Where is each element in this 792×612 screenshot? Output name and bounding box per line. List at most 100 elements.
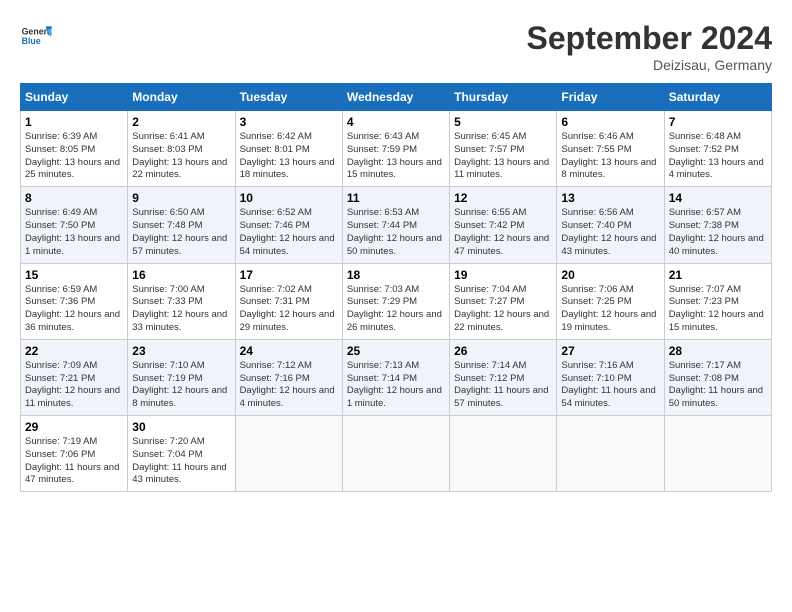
day-info: Sunrise: 6:50 AMSunset: 7:48 PMDaylight:… (132, 207, 230, 258)
day-info: Sunrise: 7:03 AMSunset: 7:29 PMDaylight:… (347, 284, 445, 335)
day-number: 16 (132, 268, 230, 282)
day-info: Sunrise: 6:57 AMSunset: 7:38 PMDaylight:… (669, 207, 767, 258)
day-number: 22 (25, 344, 123, 358)
table-cell: 7 Sunrise: 6:48 AMSunset: 7:52 PMDayligh… (664, 111, 771, 187)
day-number: 24 (240, 344, 338, 358)
day-info: Sunrise: 7:12 AMSunset: 7:16 PMDaylight:… (240, 360, 338, 411)
day-info: Sunrise: 7:14 AMSunset: 7:12 PMDaylight:… (454, 360, 552, 411)
calendar-header-row: Sunday Monday Tuesday Wednesday Thursday… (21, 84, 772, 111)
empty-cell (450, 416, 557, 492)
table-cell: 26 Sunrise: 7:14 AMSunset: 7:12 PMDaylig… (450, 339, 557, 415)
day-number: 5 (454, 115, 552, 129)
table-cell: 12 Sunrise: 6:55 AMSunset: 7:42 PMDaylig… (450, 187, 557, 263)
table-cell: 3 Sunrise: 6:42 AMSunset: 8:01 PMDayligh… (235, 111, 342, 187)
day-info: Sunrise: 7:17 AMSunset: 7:08 PMDaylight:… (669, 360, 767, 411)
col-friday: Friday (557, 84, 664, 111)
calendar-row: 22 Sunrise: 7:09 AMSunset: 7:21 PMDaylig… (21, 339, 772, 415)
table-cell: 2 Sunrise: 6:41 AMSunset: 8:03 PMDayligh… (128, 111, 235, 187)
empty-cell (342, 416, 449, 492)
table-cell: 23 Sunrise: 7:10 AMSunset: 7:19 PMDaylig… (128, 339, 235, 415)
day-info: Sunrise: 6:53 AMSunset: 7:44 PMDaylight:… (347, 207, 445, 258)
day-number: 6 (561, 115, 659, 129)
day-info: Sunrise: 6:56 AMSunset: 7:40 PMDaylight:… (561, 207, 659, 258)
calendar-row: 1 Sunrise: 6:39 AMSunset: 8:05 PMDayligh… (21, 111, 772, 187)
day-number: 3 (240, 115, 338, 129)
day-info: Sunrise: 6:48 AMSunset: 7:52 PMDaylight:… (669, 131, 767, 182)
day-number: 9 (132, 191, 230, 205)
table-cell: 19 Sunrise: 7:04 AMSunset: 7:27 PMDaylig… (450, 263, 557, 339)
location: Deizisau, Germany (527, 57, 772, 73)
day-info: Sunrise: 7:09 AMSunset: 7:21 PMDaylight:… (25, 360, 123, 411)
table-cell: 20 Sunrise: 7:06 AMSunset: 7:25 PMDaylig… (557, 263, 664, 339)
table-cell: 16 Sunrise: 7:00 AMSunset: 7:33 PMDaylig… (128, 263, 235, 339)
table-cell: 24 Sunrise: 7:12 AMSunset: 7:16 PMDaylig… (235, 339, 342, 415)
col-monday: Monday (128, 84, 235, 111)
day-info: Sunrise: 7:13 AMSunset: 7:14 PMDaylight:… (347, 360, 445, 411)
table-cell: 11 Sunrise: 6:53 AMSunset: 7:44 PMDaylig… (342, 187, 449, 263)
table-cell: 9 Sunrise: 6:50 AMSunset: 7:48 PMDayligh… (128, 187, 235, 263)
table-cell: 15 Sunrise: 6:59 AMSunset: 7:36 PMDaylig… (21, 263, 128, 339)
day-number: 12 (454, 191, 552, 205)
day-number: 27 (561, 344, 659, 358)
day-number: 18 (347, 268, 445, 282)
empty-cell (557, 416, 664, 492)
day-number: 30 (132, 420, 230, 434)
day-info: Sunrise: 7:00 AMSunset: 7:33 PMDaylight:… (132, 284, 230, 335)
table-cell: 18 Sunrise: 7:03 AMSunset: 7:29 PMDaylig… (342, 263, 449, 339)
empty-cell (664, 416, 771, 492)
table-cell: 14 Sunrise: 6:57 AMSunset: 7:38 PMDaylig… (664, 187, 771, 263)
day-info: Sunrise: 6:45 AMSunset: 7:57 PMDaylight:… (454, 131, 552, 182)
day-number: 7 (669, 115, 767, 129)
day-info: Sunrise: 7:04 AMSunset: 7:27 PMDaylight:… (454, 284, 552, 335)
day-info: Sunrise: 6:55 AMSunset: 7:42 PMDaylight:… (454, 207, 552, 258)
table-cell: 30 Sunrise: 7:20 AMSunset: 7:04 PMDaylig… (128, 416, 235, 492)
day-number: 29 (25, 420, 123, 434)
logo-icon: General Blue (20, 20, 52, 52)
day-number: 21 (669, 268, 767, 282)
day-number: 8 (25, 191, 123, 205)
col-thursday: Thursday (450, 84, 557, 111)
col-wednesday: Wednesday (342, 84, 449, 111)
table-cell: 10 Sunrise: 6:52 AMSunset: 7:46 PMDaylig… (235, 187, 342, 263)
day-number: 23 (132, 344, 230, 358)
day-info: Sunrise: 7:06 AMSunset: 7:25 PMDaylight:… (561, 284, 659, 335)
day-info: Sunrise: 7:10 AMSunset: 7:19 PMDaylight:… (132, 360, 230, 411)
table-cell: 6 Sunrise: 6:46 AMSunset: 7:55 PMDayligh… (557, 111, 664, 187)
day-number: 1 (25, 115, 123, 129)
day-number: 14 (669, 191, 767, 205)
table-cell: 5 Sunrise: 6:45 AMSunset: 7:57 PMDayligh… (450, 111, 557, 187)
table-cell: 27 Sunrise: 7:16 AMSunset: 7:10 PMDaylig… (557, 339, 664, 415)
day-info: Sunrise: 6:46 AMSunset: 7:55 PMDaylight:… (561, 131, 659, 182)
day-number: 2 (132, 115, 230, 129)
col-tuesday: Tuesday (235, 84, 342, 111)
day-number: 17 (240, 268, 338, 282)
table-cell: 21 Sunrise: 7:07 AMSunset: 7:23 PMDaylig… (664, 263, 771, 339)
day-info: Sunrise: 7:16 AMSunset: 7:10 PMDaylight:… (561, 360, 659, 411)
day-number: 19 (454, 268, 552, 282)
table-cell: 1 Sunrise: 6:39 AMSunset: 8:05 PMDayligh… (21, 111, 128, 187)
calendar-row: 29 Sunrise: 7:19 AMSunset: 7:06 PMDaylig… (21, 416, 772, 492)
table-cell: 22 Sunrise: 7:09 AMSunset: 7:21 PMDaylig… (21, 339, 128, 415)
table-cell: 17 Sunrise: 7:02 AMSunset: 7:31 PMDaylig… (235, 263, 342, 339)
day-info: Sunrise: 7:19 AMSunset: 7:06 PMDaylight:… (25, 436, 123, 487)
empty-cell (235, 416, 342, 492)
table-cell: 4 Sunrise: 6:43 AMSunset: 7:59 PMDayligh… (342, 111, 449, 187)
day-info: Sunrise: 6:39 AMSunset: 8:05 PMDaylight:… (25, 131, 123, 182)
day-number: 20 (561, 268, 659, 282)
day-info: Sunrise: 6:49 AMSunset: 7:50 PMDaylight:… (25, 207, 123, 258)
day-info: Sunrise: 7:20 AMSunset: 7:04 PMDaylight:… (132, 436, 230, 487)
calendar-row: 15 Sunrise: 6:59 AMSunset: 7:36 PMDaylig… (21, 263, 772, 339)
day-info: Sunrise: 7:07 AMSunset: 7:23 PMDaylight:… (669, 284, 767, 335)
day-number: 11 (347, 191, 445, 205)
title-area: September 2024 Deizisau, Germany (527, 20, 772, 73)
day-info: Sunrise: 6:41 AMSunset: 8:03 PMDaylight:… (132, 131, 230, 182)
day-info: Sunrise: 6:52 AMSunset: 7:46 PMDaylight:… (240, 207, 338, 258)
table-cell: 13 Sunrise: 6:56 AMSunset: 7:40 PMDaylig… (557, 187, 664, 263)
table-cell: 29 Sunrise: 7:19 AMSunset: 7:06 PMDaylig… (21, 416, 128, 492)
col-sunday: Sunday (21, 84, 128, 111)
day-info: Sunrise: 6:43 AMSunset: 7:59 PMDaylight:… (347, 131, 445, 182)
col-saturday: Saturday (664, 84, 771, 111)
day-number: 10 (240, 191, 338, 205)
day-number: 26 (454, 344, 552, 358)
day-number: 13 (561, 191, 659, 205)
